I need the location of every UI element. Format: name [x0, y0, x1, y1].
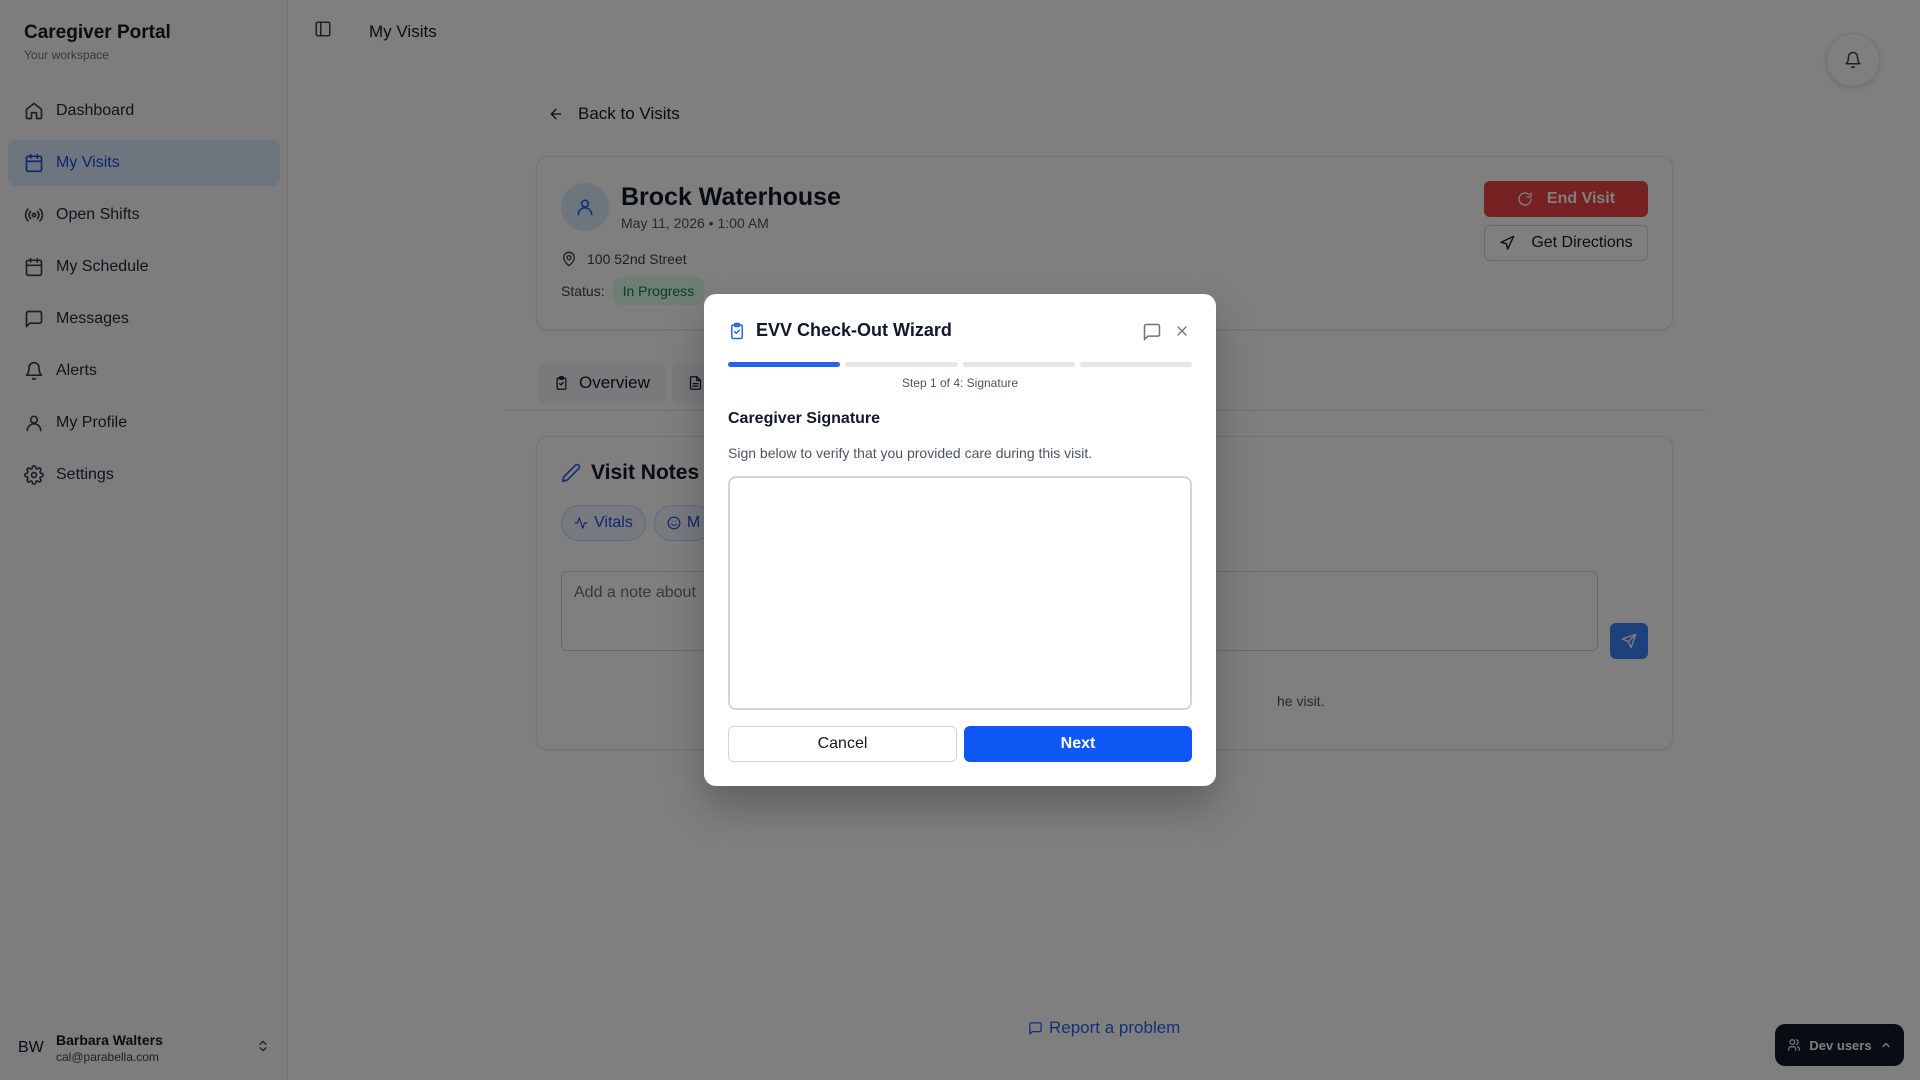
progress-segment [728, 362, 841, 367]
checkout-wizard-dialog: EVV Check-Out Wizard Step 1 of 4: Signat… [704, 294, 1216, 786]
clipboard-check-icon [728, 322, 746, 340]
progress-segment [845, 362, 958, 367]
cancel-button[interactable]: Cancel [728, 726, 957, 762]
dialog-title-text: EVV Check-Out Wizard [756, 320, 952, 340]
signature-pad[interactable] [728, 476, 1192, 710]
progress-segment [1079, 362, 1192, 367]
dialog-title: EVV Check-Out Wizard [728, 320, 952, 341]
step-indicator: Step 1 of 4: Signature [901, 376, 1019, 390]
section-title: Caregiver Signature [728, 410, 881, 427]
wizard-progress [728, 362, 1192, 367]
message-icon[interactable] [1142, 322, 1162, 342]
progress-segment [962, 362, 1075, 367]
next-button[interactable]: Next [964, 726, 1192, 762]
close-icon[interactable] [1174, 323, 1190, 339]
section-description: Sign below to verify that you provided c… [728, 445, 1093, 461]
